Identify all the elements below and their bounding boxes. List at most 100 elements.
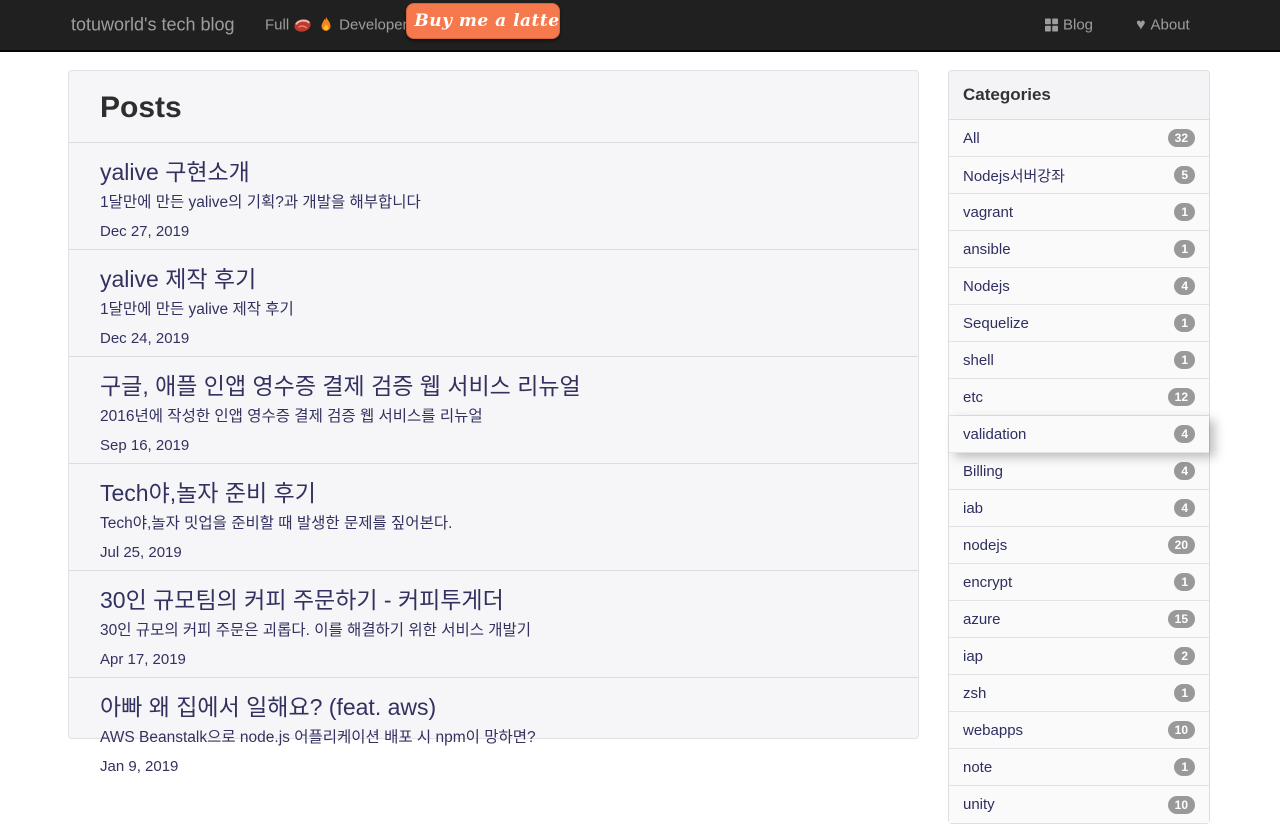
category-label: webapps (963, 721, 1024, 739)
post-date: Jan 9, 2019 (100, 758, 179, 775)
category-item[interactable]: etc 12 (949, 379, 1209, 416)
nav-link-about[interactable]: ♥ About (1136, 17, 1190, 34)
category-item[interactable]: Sequelize 1 (949, 305, 1209, 342)
category-label: ansible (963, 240, 1011, 258)
buy-me-a-latte-label: Buy me a latte (414, 11, 560, 31)
post-item: 30인 규모팀의 커피 주문하기 - 커피투게더 30인 규모의 커피 주문은 … (69, 571, 918, 678)
category-item[interactable]: zsh 1 (949, 675, 1209, 712)
posts-list: yalive 구현소개 1달만에 만든 yalive의 기획?과 개발을 해부합… (69, 143, 918, 775)
post-description: Tech야,놀자 밋업을 준비할 때 발생한 문제를 짚어본다. (100, 515, 453, 532)
category-label: iab (963, 499, 984, 517)
category-count-badge: 12 (1167, 388, 1195, 406)
category-item[interactable]: Nodejs 4 (949, 268, 1209, 305)
category-item[interactable]: Billing 4 (949, 453, 1209, 490)
category-count-badge: 1 (1174, 684, 1195, 702)
category-count-badge: 5 (1174, 166, 1195, 184)
category-count-badge: 1 (1174, 203, 1195, 221)
category-label: unity (963, 796, 995, 813)
categories-panel: Categories All 32 Nodejs서버강좌 5 vagrant 1… (948, 70, 1210, 824)
category-item[interactable]: azure 15 (949, 601, 1209, 638)
post-description: 1달만에 만든 yalive 제작 후기 (100, 301, 294, 318)
categories-list: All 32 Nodejs서버강좌 5 vagrant 1 ansible 1 … (949, 120, 1209, 823)
category-count-badge: 10 (1167, 721, 1195, 739)
category-count-badge: 10 (1167, 795, 1195, 814)
posts-heading: Posts (69, 71, 918, 143)
category-count-badge: 1 (1174, 314, 1195, 332)
category-count-badge: 32 (1167, 129, 1195, 147)
category-item[interactable]: iap 2 (949, 638, 1209, 675)
category-count-badge: 4 (1174, 462, 1195, 480)
nav-link-blog-label: Blog (1063, 16, 1094, 34)
fire-icon (321, 16, 331, 31)
post-description: 2016년에 작성한 인앱 영수증 결제 검증 웹 서비스를 리뉴얼 (100, 408, 483, 425)
category-item[interactable]: nodejs 20 (949, 527, 1209, 564)
category-label: iap (963, 647, 984, 665)
nav-link-about-label: About (1150, 16, 1190, 34)
post-item: 구글, 애플 인앱 영수증 결제 검증 웹 서비스 리뉴얼 2016년에 작성한… (69, 357, 918, 464)
buy-me-a-latte-button[interactable]: Buy me a latte (406, 3, 560, 39)
category-item[interactable]: Nodejs서버강좌 5 (949, 157, 1209, 194)
post-title-link[interactable]: 구글, 애플 인앱 영수증 결제 검증 웹 서비스 리뉴얼 (100, 373, 581, 399)
category-count-badge: 1 (1174, 758, 1195, 776)
category-count-badge: 1 (1174, 240, 1195, 258)
heart-icon: ♥ (1136, 16, 1146, 33)
category-label: note (963, 758, 993, 776)
category-count-badge: 4 (1174, 499, 1195, 517)
category-count-badge: 4 (1174, 277, 1195, 295)
post-item: yalive 구현소개 1달만에 만든 yalive의 기획?과 개발을 해부합… (69, 143, 918, 250)
post-date: Apr 17, 2019 (100, 651, 186, 668)
category-item[interactable]: iab 4 (949, 490, 1209, 527)
category-label: Billing (963, 462, 1004, 480)
category-count-badge: 1 (1174, 351, 1195, 369)
post-date: Jul 25, 2019 (100, 544, 182, 561)
category-label: All (963, 129, 980, 147)
categories-heading: Categories (949, 71, 1209, 120)
category-label: vagrant (963, 203, 1014, 221)
category-count-badge: 20 (1167, 536, 1195, 554)
category-label: shell (963, 351, 994, 369)
category-item[interactable]: encrypt 1 (949, 564, 1209, 601)
post-date: Dec 27, 2019 (100, 223, 190, 240)
post-item: 아빠 왜 집에서 일해요? (feat. aws) AWS Beanstalk으… (69, 678, 918, 775)
brand-link[interactable]: totuworld's tech blog (71, 15, 235, 36)
grid-icon (1045, 18, 1058, 32)
tagline-prefix: Full (265, 16, 290, 34)
post-title-link[interactable]: yalive 제작 후기 (100, 266, 256, 292)
category-count-badge: 2 (1174, 647, 1195, 665)
category-item[interactable]: webapps 10 (949, 712, 1209, 749)
tagline-suffix: Developer (339, 16, 408, 34)
category-item[interactable]: ansible 1 (949, 231, 1209, 268)
navbar: totuworld's tech blog Full Developer Buy… (0, 0, 1280, 52)
post-item: Tech야,놀자 준비 후기 Tech야,놀자 밋업을 준비할 때 발생한 문제… (69, 464, 918, 571)
post-item: yalive 제작 후기 1달만에 만든 yalive 제작 후기 Dec 24… (69, 250, 918, 357)
post-title-link[interactable]: 아빠 왜 집에서 일해요? (feat. aws) (100, 694, 436, 720)
post-date: Sep 16, 2019 (100, 437, 190, 454)
post-description: 1달만에 만든 yalive의 기획?과 개발을 해부합니다 (100, 194, 421, 211)
category-label: zsh (963, 684, 987, 702)
category-item[interactable]: validation 4 (949, 416, 1209, 453)
category-item[interactable]: All 32 (949, 120, 1209, 157)
category-count-badge: 1 (1174, 573, 1195, 591)
post-title-link[interactable]: 30인 규모팀의 커피 주문하기 - 커피투게더 (100, 587, 504, 613)
category-label: etc (963, 388, 984, 406)
post-title-link[interactable]: Tech야,놀자 준비 후기 (100, 480, 316, 506)
navbar-tagline: Full Developer (265, 16, 408, 35)
post-title-link[interactable]: yalive 구현소개 (100, 159, 250, 185)
category-item[interactable]: note 1 (949, 749, 1209, 786)
nav-link-blog[interactable]: Blog (1045, 17, 1093, 34)
post-description: 30인 규모의 커피 주문은 괴롭다. 이를 해결하기 위한 서비스 개발기 (100, 622, 532, 639)
posts-panel: Posts yalive 구현소개 1달만에 만든 yalive의 기획?과 개… (68, 70, 919, 775)
category-item[interactable]: shell 1 (949, 342, 1209, 379)
category-label: Sequelize (963, 314, 1029, 332)
category-label: Nodejs서버강좌 (963, 167, 1065, 185)
category-label: nodejs (963, 536, 1008, 554)
category-label: Nodejs (963, 277, 1010, 295)
category-count-badge: 15 (1167, 610, 1195, 628)
category-label: azure (963, 610, 1001, 628)
post-date: Dec 24, 2019 (100, 330, 190, 347)
category-item[interactable]: unity 10 (949, 786, 1209, 823)
steak-icon (294, 19, 311, 32)
category-count-badge: 4 (1174, 425, 1195, 443)
category-item[interactable]: vagrant 1 (949, 194, 1209, 231)
category-label: validation (963, 425, 1027, 443)
